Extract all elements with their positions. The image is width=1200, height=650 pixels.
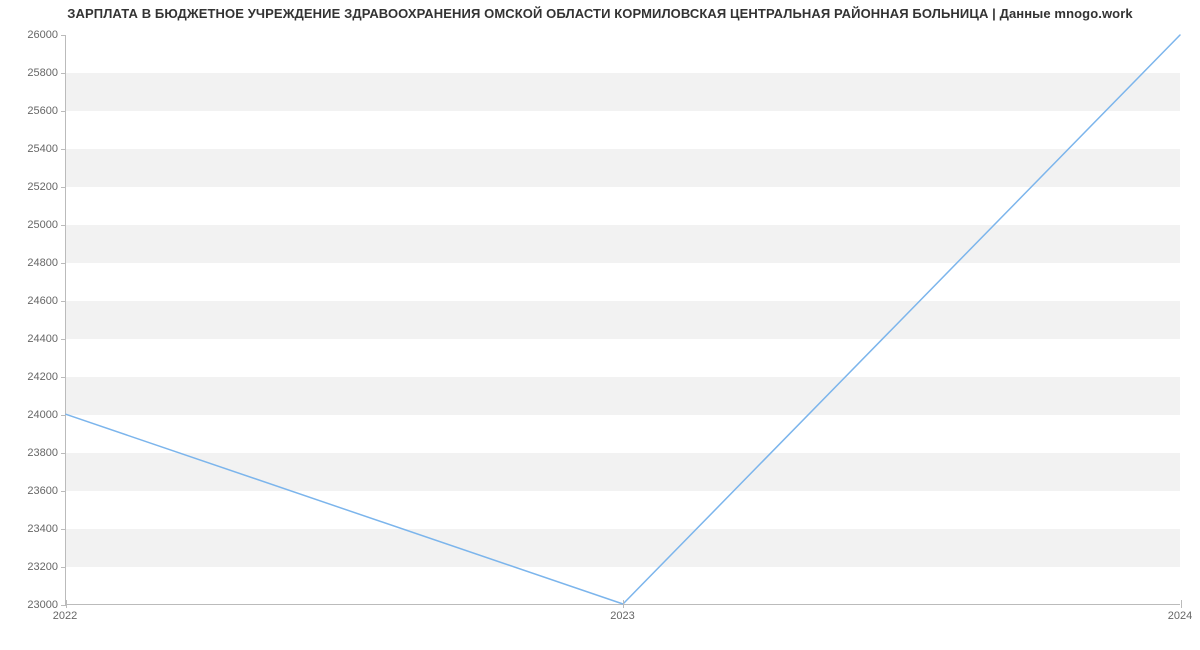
plot-area bbox=[65, 35, 1180, 605]
chart-title: ЗАРПЛАТА В БЮДЖЕТНОЕ УЧРЕЖДЕНИЕ ЗДРАВООХ… bbox=[0, 6, 1200, 21]
y-tick bbox=[61, 187, 66, 188]
y-axis-label: 25600 bbox=[3, 105, 58, 117]
y-tick bbox=[61, 225, 66, 226]
y-tick bbox=[61, 111, 66, 112]
y-tick bbox=[61, 149, 66, 150]
y-axis-label: 24000 bbox=[3, 409, 58, 421]
x-axis-label: 2024 bbox=[1168, 610, 1192, 622]
line-chart: ЗАРПЛАТА В БЮДЖЕТНОЕ УЧРЕЖДЕНИЕ ЗДРАВООХ… bbox=[0, 0, 1200, 650]
y-axis-label: 24800 bbox=[3, 257, 58, 269]
y-tick bbox=[61, 453, 66, 454]
y-tick bbox=[61, 491, 66, 492]
y-tick bbox=[61, 73, 66, 74]
y-tick bbox=[61, 529, 66, 530]
y-tick bbox=[61, 301, 66, 302]
x-tick bbox=[1181, 600, 1182, 608]
series-line bbox=[66, 35, 1180, 604]
y-tick bbox=[61, 339, 66, 340]
y-tick bbox=[61, 567, 66, 568]
y-axis-label: 23800 bbox=[3, 447, 58, 459]
y-axis-label: 25400 bbox=[3, 143, 58, 155]
x-tick bbox=[66, 600, 67, 608]
y-tick bbox=[61, 263, 66, 264]
x-axis-label: 2022 bbox=[53, 610, 77, 622]
y-axis-label: 23400 bbox=[3, 523, 58, 535]
y-tick bbox=[61, 377, 66, 378]
y-axis-label: 25200 bbox=[3, 181, 58, 193]
y-axis-label: 23200 bbox=[3, 561, 58, 573]
y-axis-label: 23000 bbox=[3, 599, 58, 611]
y-tick bbox=[61, 415, 66, 416]
y-axis-label: 24600 bbox=[3, 295, 58, 307]
line-layer bbox=[66, 35, 1180, 604]
y-axis-label: 23600 bbox=[3, 485, 58, 497]
y-axis-label: 24200 bbox=[3, 371, 58, 383]
y-tick bbox=[61, 35, 66, 36]
y-axis-label: 25000 bbox=[3, 219, 58, 231]
y-axis-label: 25800 bbox=[3, 67, 58, 79]
y-axis-label: 24400 bbox=[3, 333, 58, 345]
x-axis-label: 2023 bbox=[610, 610, 634, 622]
x-tick bbox=[623, 600, 624, 608]
y-axis-label: 26000 bbox=[3, 29, 58, 41]
